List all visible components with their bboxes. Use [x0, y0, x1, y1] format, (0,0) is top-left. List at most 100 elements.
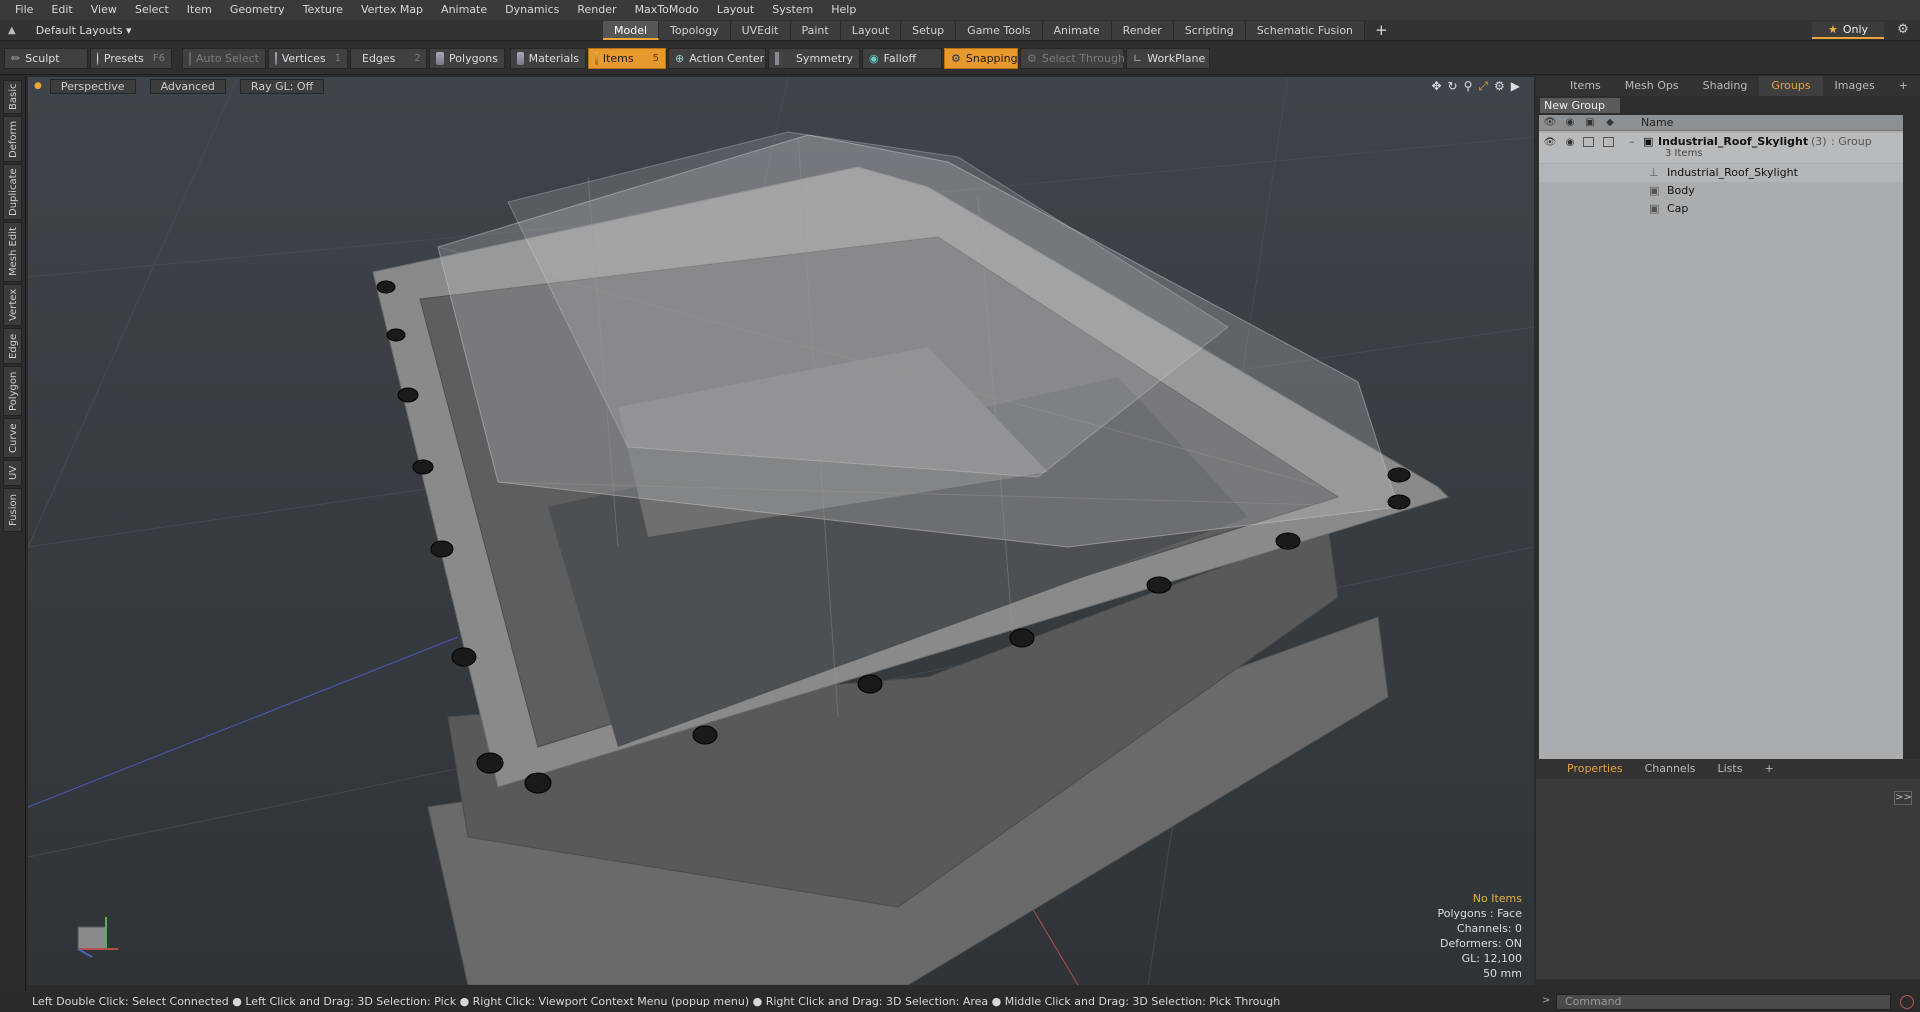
tab-channels[interactable]: Channels	[1634, 759, 1707, 779]
snapping-button[interactable]: ⚙ Snapping	[944, 48, 1018, 69]
group-type: : Group	[1831, 135, 1872, 148]
group-collapse-icon[interactable]: –	[1629, 135, 1635, 148]
menu-vertex-map[interactable]: Vertex Map	[352, 0, 432, 20]
tab-game-tools[interactable]: Game Tools	[956, 21, 1043, 40]
advanced-button[interactable]: Advanced	[149, 78, 226, 94]
left-tab-basic[interactable]: Basic	[3, 80, 22, 114]
tab-images[interactable]: Images	[1823, 76, 1887, 96]
menu-item[interactable]: Item	[178, 0, 221, 20]
tab-lists[interactable]: Lists	[1707, 759, 1754, 779]
group-visibility-eye-icon[interactable]: 👁	[1543, 137, 1557, 149]
left-tab-duplicate[interactable]: Duplicate	[3, 164, 22, 220]
layout-selector[interactable]: ▲ Default Layouts ▾	[8, 22, 132, 39]
edges-button[interactable]: Edges 2	[350, 48, 427, 69]
menu-animate[interactable]: Animate	[432, 0, 496, 20]
mesh-icon: ▣	[1649, 202, 1660, 215]
perspective-button[interactable]: Perspective	[49, 78, 136, 94]
menu-dynamics[interactable]: Dynamics	[496, 0, 568, 20]
viewport-menu-icon[interactable]: ●	[34, 81, 42, 91]
toolbar: ✏ Sculpt Presets F6 Auto Select Vertices…	[0, 42, 1920, 75]
vertices-button[interactable]: Vertices 1	[268, 48, 348, 69]
falloff-button[interactable]: ◉ Falloff	[862, 48, 942, 69]
tab-layout[interactable]: Layout	[840, 21, 902, 40]
tab-setup[interactable]: Setup	[901, 21, 957, 40]
group-row[interactable]: 👁 ◉ – ▣ Industrial_Roof_Skylight (3) : G…	[1539, 133, 1903, 163]
group-render-toggle-icon[interactable]: ◉	[1563, 137, 1577, 149]
rotate-view-icon[interactable]: ↻	[1448, 79, 1458, 94]
command-input[interactable]: Command	[1556, 994, 1891, 1010]
menu-layout[interactable]: Layout	[708, 0, 763, 20]
left-tab-fusion[interactable]: Fusion	[3, 488, 22, 532]
left-tab-edge[interactable]: Edge	[3, 328, 22, 364]
new-group-button[interactable]: New Group	[1540, 98, 1620, 113]
menu-system[interactable]: System	[763, 0, 822, 20]
tab-paint[interactable]: Paint	[790, 21, 841, 40]
auto-select-button[interactable]: Auto Select	[182, 48, 266, 69]
menu-file[interactable]: File	[6, 0, 42, 20]
left-tab-curve[interactable]: Curve	[3, 418, 22, 458]
tab-schematic-fusion[interactable]: Schematic Fusion	[1245, 21, 1366, 40]
move-view-icon[interactable]: ✥	[1431, 79, 1441, 94]
left-tab-uv[interactable]: UV	[3, 460, 22, 486]
command-row: > Command	[1536, 992, 1920, 1012]
items-button[interactable]: Items 5	[588, 48, 666, 69]
command-history-icon[interactable]	[1900, 995, 1914, 1009]
tab-mesh-ops[interactable]: Mesh Ops	[1613, 76, 1691, 96]
menu-help[interactable]: Help	[822, 0, 865, 20]
menu-view[interactable]: View	[82, 0, 126, 20]
tab-properties[interactable]: Properties	[1556, 759, 1634, 779]
star-icon: ★	[1827, 23, 1838, 36]
left-tab-deform[interactable]: Deform	[3, 116, 22, 162]
symmetry-button[interactable]: Symmetry	[768, 48, 860, 69]
menu-render[interactable]: Render	[568, 0, 625, 20]
workplane-button[interactable]: ∟ WorkPlane	[1126, 48, 1210, 69]
left-tab-mesh-edit[interactable]: Mesh Edit	[3, 222, 22, 282]
tab-uvedit[interactable]: UVEdit	[730, 21, 791, 40]
left-tab-vertex[interactable]: Vertex	[3, 284, 22, 326]
group-lock-checkbox[interactable]	[1583, 137, 1594, 147]
3d-viewport[interactable]: ● Perspective Advanced Ray GL: Off ✥ ↻ ⚲…	[28, 77, 1534, 985]
menu-texture[interactable]: Texture	[294, 0, 352, 20]
menu-maxtomodo[interactable]: MaxToModo	[626, 0, 708, 20]
group-child-row[interactable]: ▣ Cap	[1539, 200, 1903, 218]
axis-gizmo	[77, 917, 118, 958]
raygl-button[interactable]: Ray GL: Off	[239, 78, 325, 94]
maximize-view-icon[interactable]: ⤢	[1478, 79, 1488, 94]
left-tab-polygon[interactable]: Polygon	[3, 366, 22, 416]
add-panel-tab-icon[interactable]: +	[1887, 76, 1920, 96]
tab-render[interactable]: Render	[1111, 21, 1174, 40]
add-properties-tab-icon[interactable]: +	[1753, 759, 1784, 779]
tab-groups[interactable]: Groups	[1759, 76, 1823, 96]
tab-shading[interactable]: Shading	[1691, 76, 1760, 96]
viewport-settings-icon[interactable]: ⚙	[1494, 79, 1505, 94]
only-label: Only	[1842, 23, 1869, 36]
viewport-expand-icon[interactable]: ▶	[1511, 79, 1520, 94]
properties-tabs: Properties Channels Lists +	[1536, 759, 1920, 779]
group-child-row[interactable]: ▣ Body	[1539, 182, 1903, 200]
group-select-checkbox[interactable]	[1603, 137, 1614, 147]
select-through-button[interactable]: ⚙ Select Through	[1020, 48, 1125, 69]
tab-topology[interactable]: Topology	[659, 21, 731, 40]
menu-geometry[interactable]: Geometry	[221, 0, 294, 20]
presets-button[interactable]: Presets F6	[90, 48, 172, 69]
action-center-button[interactable]: ⊕ Action Center	[668, 48, 766, 69]
only-button[interactable]: ★ Only	[1812, 22, 1884, 39]
gear-icon[interactable]: ⚙	[1894, 22, 1912, 39]
menu-edit[interactable]: Edit	[42, 0, 81, 20]
info-deformers: Deformers: ON	[1440, 937, 1522, 950]
zoom-view-icon[interactable]: ⚲	[1464, 79, 1473, 94]
sculpt-button[interactable]: ✏ Sculpt	[4, 48, 88, 69]
tab-items[interactable]: Items	[1558, 76, 1613, 96]
expand-properties-icon[interactable]: >>	[1894, 791, 1912, 805]
tab-animate[interactable]: Animate	[1042, 21, 1112, 40]
tab-scripting[interactable]: Scripting	[1173, 21, 1246, 40]
right-panel-tabs: Items Mesh Ops Shading Groups Images +	[1536, 76, 1920, 96]
tab-model[interactable]: Model	[603, 21, 660, 40]
polygons-button[interactable]: Polygons	[429, 48, 505, 69]
vertices-icon	[275, 52, 277, 65]
add-tab-icon[interactable]: +	[1365, 21, 1398, 40]
group-child-row[interactable]: ⊥ Industrial_Roof_Skylight	[1539, 164, 1903, 182]
materials-button[interactable]: Materials	[510, 48, 586, 69]
polygons-icon	[436, 52, 445, 65]
menu-select[interactable]: Select	[126, 0, 178, 20]
